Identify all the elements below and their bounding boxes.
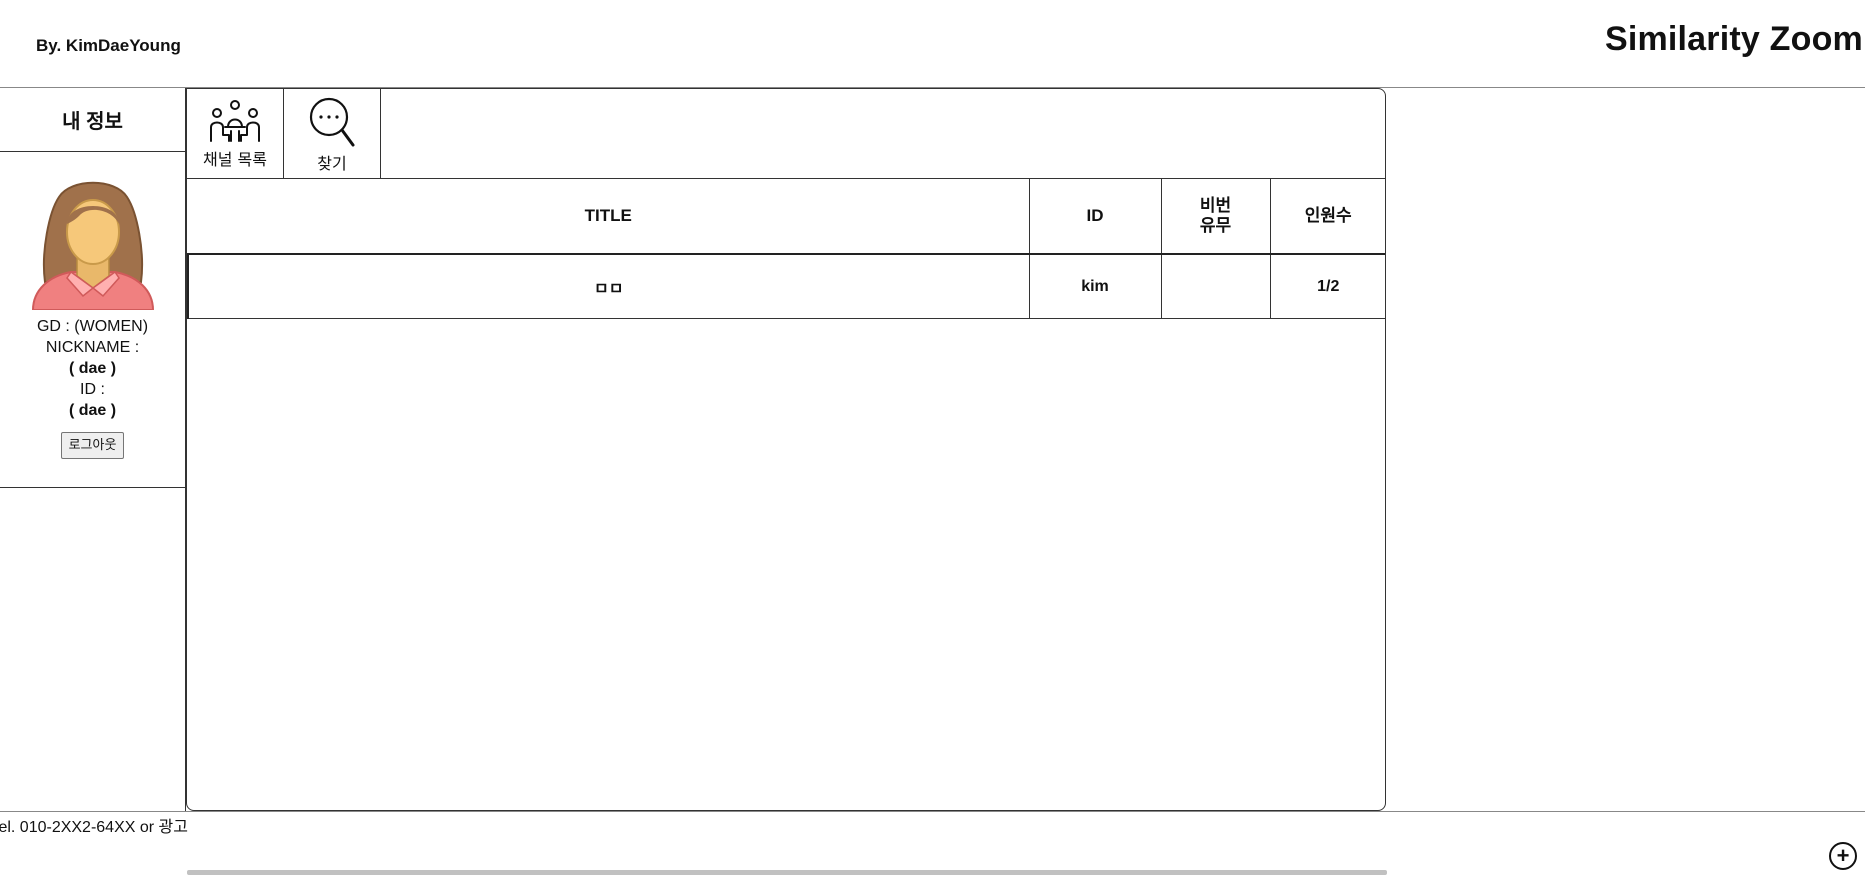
find-button[interactable]: 찾기 (284, 89, 381, 178)
add-button[interactable]: + (1829, 842, 1857, 870)
col-password-header-top: 비번 (1199, 196, 1232, 215)
col-title-header: TITLE (188, 179, 1030, 255)
channel-list-label: 채널 목록 (203, 150, 267, 169)
col-members-header: 인원수 (1270, 179, 1385, 255)
logout-button[interactable]: 로그아웃 (60, 432, 125, 459)
gender-line: GD : (WOMEN) (36, 318, 149, 335)
id-value: ( dae ) (68, 402, 117, 419)
female-avatar-icon (31, 181, 154, 310)
profile-info: GD : (WOMEN) NICKNAME : ( dae ) ID : ( d… (0, 316, 185, 459)
col-password-header: 비번 유무 (1161, 179, 1271, 255)
row-password-cell (1161, 254, 1271, 319)
footer-divider (0, 811, 1865, 812)
nickname-value: ( dae ) (68, 360, 117, 377)
nickname-label: NICKNAME : (45, 339, 140, 356)
col-password-header-bottom: 유무 (1199, 216, 1232, 235)
row-title-cell: ㅁㅁ (187, 254, 1030, 319)
avatar (0, 172, 185, 310)
table-header-row: TITLE ID 비번 유무 인원수 (188, 179, 1385, 255)
channel-panel: 채널 목록 찾기 TITLE ID 비번 유무 인원수 ㅁㅁ kim 1/2 (186, 88, 1386, 811)
id-label: ID : (80, 381, 105, 398)
channel-table: TITLE ID 비번 유무 인원수 ㅁㅁ kim 1/2 (187, 179, 1385, 319)
meeting-icon (210, 100, 260, 142)
row-members-cell: 1/2 (1270, 254, 1385, 319)
channel-list-button[interactable]: 채널 목록 (187, 89, 284, 178)
app-title: Similarity Zoom (1604, 20, 1863, 58)
profile-sidebar: 내 정보 GD : (WOMEN) NICKNAME : ( dae ) ID … (0, 88, 186, 488)
search-chat-icon (309, 97, 355, 147)
row-id-cell: kim (1029, 254, 1162, 319)
col-id-header: ID (1029, 179, 1162, 255)
horizontal-scrollbar[interactable] (187, 870, 1387, 875)
find-label: 찾기 (317, 154, 347, 173)
toolbar: 채널 목록 찾기 (187, 89, 1385, 179)
author-credit: By. KimDaeYoung (36, 36, 181, 55)
page-header: By. KimDaeYoung Similarity Zoom (0, 0, 1865, 88)
table-row[interactable]: ㅁㅁ kim 1/2 (187, 254, 1385, 319)
footer-contact: tel. 010-2XX2-64XX or 광고 (0, 819, 188, 836)
sidebar-title: 내 정보 (0, 88, 185, 152)
